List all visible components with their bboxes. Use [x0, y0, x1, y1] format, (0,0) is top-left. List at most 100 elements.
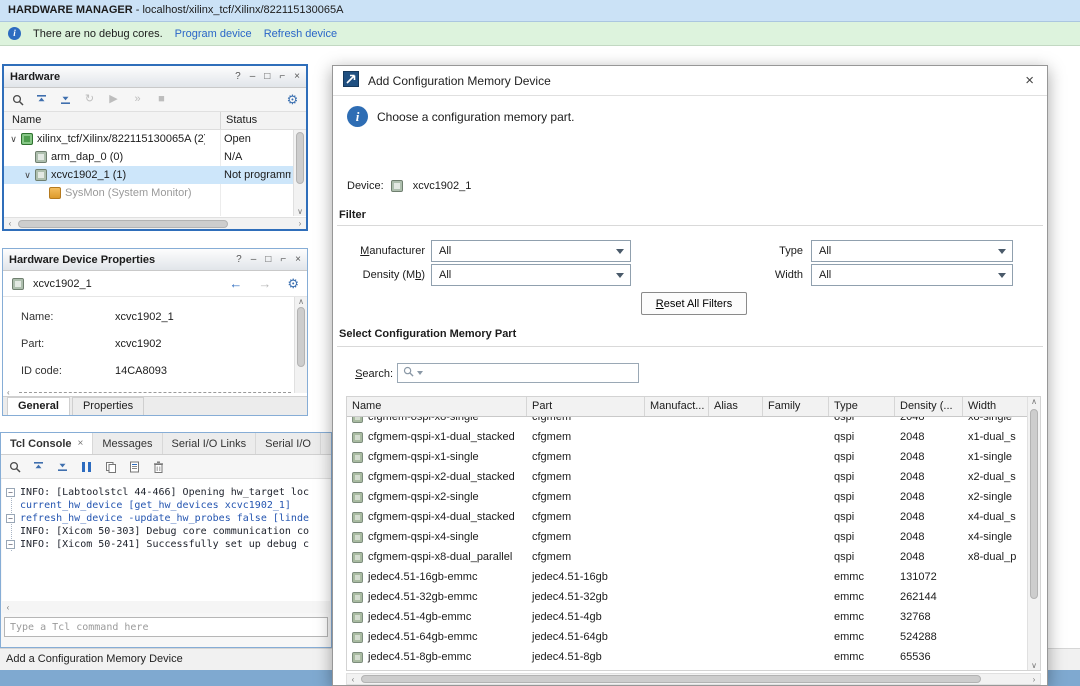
refresh-device-link[interactable]: Refresh device — [264, 28, 337, 40]
status-column-header[interactable]: Status — [220, 112, 306, 129]
reset-all-filters-button[interactable]: Reset All Filters — [641, 292, 747, 315]
properties-horizontal-scrollbar[interactable] — [19, 392, 291, 393]
expand-all-icon[interactable] — [59, 94, 72, 105]
column-header-type[interactable]: Type — [829, 397, 895, 416]
program-device-link[interactable]: Program device — [175, 28, 252, 40]
hardware-tree-row[interactable]: SysMon (System Monitor) — [4, 184, 293, 202]
minimize-icon[interactable]: – — [250, 71, 256, 82]
column-header-family[interactable]: Family — [763, 397, 829, 416]
report-icon[interactable] — [128, 461, 141, 473]
scrollbar-thumb[interactable] — [296, 132, 304, 184]
density-select[interactable]: All — [431, 264, 631, 286]
column-header-width[interactable]: Width — [963, 397, 1027, 416]
dialog-title-bar[interactable]: Add Configuration Memory Device × — [333, 66, 1047, 96]
table-horizontal-scrollbar[interactable]: ‹ › — [346, 673, 1041, 685]
maximize-icon[interactable]: □ — [264, 71, 270, 82]
stop-icon[interactable]: ■ — [155, 94, 168, 105]
dialog-close-icon[interactable]: × — [1022, 72, 1037, 89]
expand-all-icon[interactable] — [56, 461, 69, 472]
console-horizontal-scrollbar[interactable]: ‹ — [2, 601, 330, 613]
tab-tcl-console[interactable]: Tcl Console × — [1, 433, 93, 454]
help-icon[interactable]: ? — [236, 254, 242, 265]
memory-part-row[interactable]: cfgmem-qspi-x4-singlecfgmemqspi2048x4-si… — [347, 527, 1027, 547]
column-header-part[interactable]: Part — [527, 397, 645, 416]
column-header-manufact[interactable]: Manufact... — [645, 397, 709, 416]
hardware-vertical-scrollbar[interactable]: ∨ — [293, 130, 306, 216]
memory-part-row[interactable]: cfgmem-ospi-x8-singlecfgmemospi2048x8-si… — [347, 417, 1027, 427]
hardware-tree-row[interactable]: ∨xcvc1902_1 (1)Not programmed — [4, 166, 293, 184]
properties-panel-header[interactable]: Hardware Device Properties ? – □ ⌐ × — [3, 249, 307, 271]
close-icon[interactable]: × — [294, 71, 300, 82]
memory-part-row[interactable]: cfgmem-qspi-x4-dual_stackedcfgmemqspi204… — [347, 507, 1027, 527]
fold-toggle-icon[interactable]: − — [6, 540, 15, 549]
scroll-right-icon[interactable]: › — [294, 219, 306, 228]
memory-part-row[interactable]: jedec4.51-8gb-emmcjedec4.51-8gbemmc65536 — [347, 647, 1027, 667]
fold-toggle-icon[interactable]: − — [6, 514, 15, 523]
search-input[interactable] — [426, 367, 633, 379]
refresh-icon[interactable]: ↻ — [83, 94, 96, 105]
table-vertical-scrollbar[interactable]: ∧ ∨ — [1027, 397, 1040, 670]
float-icon[interactable]: ⌐ — [280, 254, 286, 265]
collapse-all-icon[interactable] — [32, 461, 45, 472]
tab-properties[interactable]: Properties — [72, 397, 144, 415]
maximize-icon[interactable]: □ — [265, 254, 271, 265]
minimize-icon[interactable]: – — [251, 254, 257, 265]
console-output[interactable]: −INFO: [Labtoolstcl 44-466] Opening hw_t… — [2, 479, 330, 601]
width-select[interactable]: All — [811, 264, 1013, 286]
help-icon[interactable]: ? — [235, 71, 241, 82]
memory-part-row[interactable]: jedec4.51-64gb-emmcjedec4.51-64gbemmc524… — [347, 627, 1027, 647]
scrollbar-thumb[interactable] — [361, 675, 981, 683]
tcl-command-input[interactable] — [4, 617, 328, 637]
close-icon[interactable]: × — [295, 254, 301, 265]
scroll-left-icon[interactable]: ‹ — [4, 219, 16, 228]
trash-icon[interactable] — [152, 461, 165, 473]
hardware-tree-row[interactable]: ∨xilinx_tcf/Xilinx/822115130065A (2)Open — [4, 130, 293, 148]
settings-gear-icon[interactable]: ⚙ — [287, 276, 299, 292]
column-header-name[interactable]: Name — [347, 397, 527, 416]
tab-general[interactable]: General — [7, 397, 70, 415]
search-icon[interactable] — [11, 94, 24, 106]
memory-part-row[interactable]: jedec4.51-16gb-emmcjedec4.51-16gbemmc131… — [347, 567, 1027, 587]
name-column-header[interactable]: Name — [12, 112, 41, 129]
pause-output-icon[interactable] — [80, 462, 93, 472]
column-header-alias[interactable]: Alias — [709, 397, 763, 416]
scroll-down-icon[interactable]: ∨ — [294, 207, 306, 216]
run-icon[interactable]: ▶ — [107, 94, 120, 105]
tab-serial-io-scans[interactable]: Serial I/O — [256, 433, 321, 454]
memory-part-row[interactable]: cfgmem-qspi-x2-singlecfgmemqspi2048x2-si… — [347, 487, 1027, 507]
forward-arrow-icon[interactable]: → — [258, 276, 271, 292]
expand-caret-icon[interactable]: ∨ — [21, 170, 34, 181]
tab-close-icon[interactable]: × — [78, 438, 84, 449]
scroll-left-icon[interactable]: ‹ — [2, 603, 14, 612]
column-header-density[interactable]: Density (... — [895, 397, 963, 416]
manufacturer-select[interactable]: All — [431, 240, 631, 262]
settings-gear-icon[interactable]: ⚙ — [286, 93, 299, 106]
scrollbar-thumb[interactable] — [18, 220, 228, 228]
float-icon[interactable]: ⌐ — [279, 71, 285, 82]
scrollbar-thumb[interactable] — [1030, 409, 1038, 599]
expand-caret-icon[interactable]: ∨ — [7, 134, 20, 145]
memory-part-row[interactable]: cfgmem-qspi-x8-dual_parallelcfgmemqspi20… — [347, 547, 1027, 567]
scroll-up-icon[interactable]: ∧ — [1028, 397, 1040, 406]
memory-part-row[interactable]: cfgmem-qspi-x1-dual_stackedcfgmemqspi204… — [347, 427, 1027, 447]
window-title-bar[interactable]: HARDWARE MANAGER - localhost/xilinx_tcf/… — [0, 0, 1080, 22]
memory-part-row[interactable]: cfgmem-qspi-x1-singlecfgmemqspi2048x1-si… — [347, 447, 1027, 467]
fold-toggle-icon[interactable]: − — [6, 488, 15, 497]
collapse-all-icon[interactable] — [35, 94, 48, 105]
properties-vertical-scrollbar[interactable]: ∧ — [294, 297, 307, 393]
scroll-left-icon[interactable]: ‹ — [347, 675, 359, 684]
run-all-icon[interactable]: » — [131, 94, 144, 105]
search-box[interactable] — [397, 363, 639, 383]
scroll-right-icon[interactable]: › — [1028, 675, 1040, 684]
type-select[interactable]: All — [811, 240, 1013, 262]
memory-part-row[interactable]: jedec4.51-4gb-emmcjedec4.51-4gbemmc32768 — [347, 607, 1027, 627]
tab-messages[interactable]: Messages — [93, 433, 162, 454]
scroll-up-icon[interactable]: ∧ — [295, 297, 307, 306]
tab-serial-io-links[interactable]: Serial I/O Links — [163, 433, 257, 454]
hardware-horizontal-scrollbar[interactable]: ‹ › — [4, 217, 306, 229]
hardware-panel-header[interactable]: Hardware ? – □ ⌐ × — [4, 66, 306, 88]
hardware-tree-row[interactable]: arm_dap_0 (0)N/A — [4, 148, 293, 166]
copy-icon[interactable] — [104, 461, 117, 473]
back-arrow-icon[interactable]: ← — [229, 276, 242, 292]
memory-part-row[interactable]: jedec4.51-32gb-emmcjedec4.51-32gbemmc262… — [347, 587, 1027, 607]
